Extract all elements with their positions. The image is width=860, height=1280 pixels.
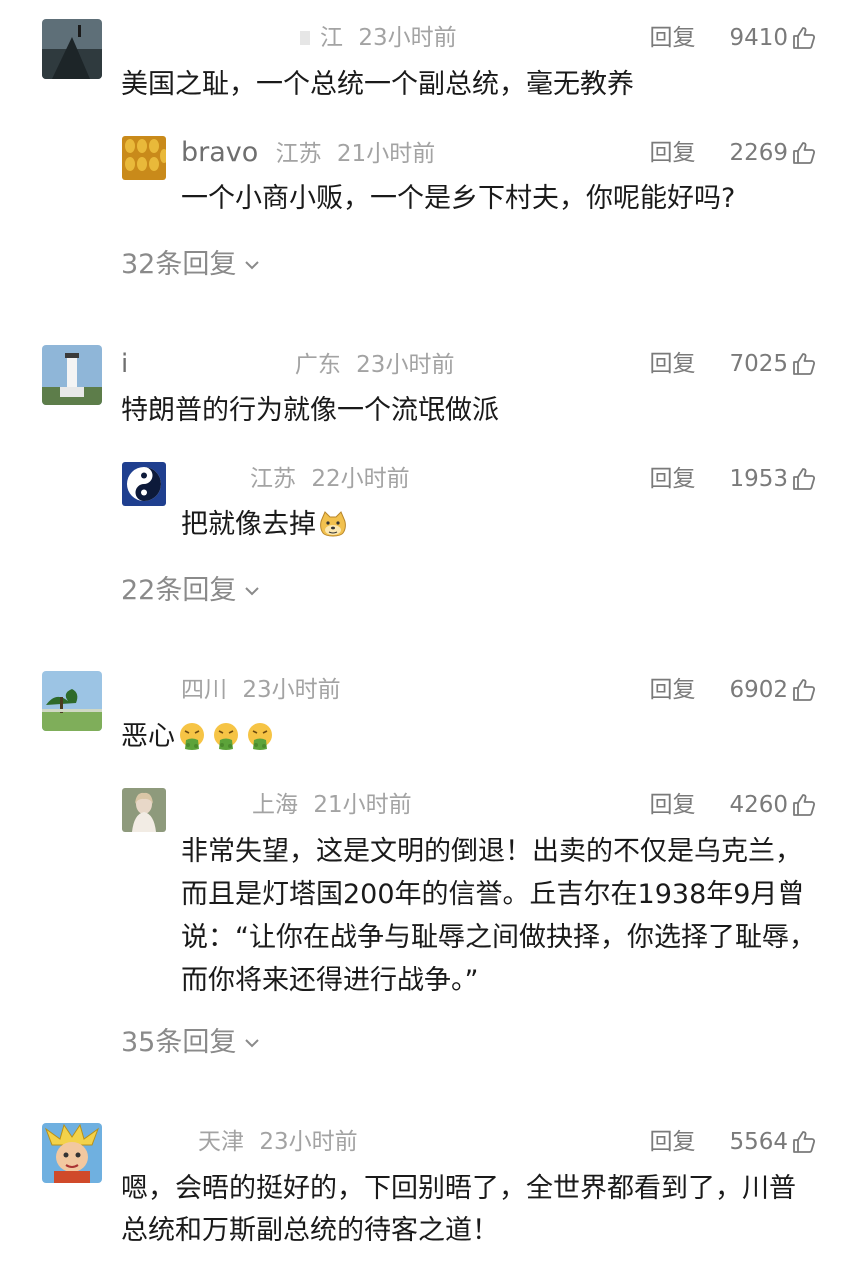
like-count: 5564: [729, 1129, 788, 1155]
comment-item: 天津 23小时前 回复 5564 嗯，会晤的挺好的，下回别晤了，全世界都看到了，…: [0, 0, 860, 1280]
comment-time: 23小时前: [259, 1129, 358, 1155]
comment-text: 嗯，会晤的挺好的，下回别晤了，全世界都看到了，川普总统和万斯副总统的待客之道！: [121, 1173, 796, 1246]
thumbs-up-icon[interactable]: [792, 1130, 816, 1154]
comment-meta: 天津 23小时前: [198, 1125, 358, 1159]
avatar[interactable]: [42, 1123, 102, 1183]
comment-actions: 回复 5564: [649, 1125, 816, 1159]
reply-button[interactable]: 回复: [649, 1125, 695, 1159]
comment-location: 天津: [198, 1129, 244, 1155]
